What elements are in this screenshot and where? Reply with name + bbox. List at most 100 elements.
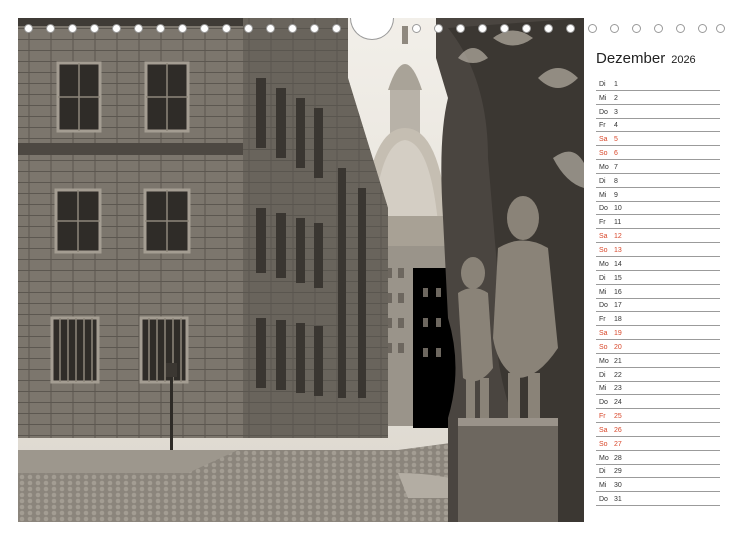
day-number: 12 <box>614 233 622 241</box>
day-row: Fr 18 <box>596 312 720 327</box>
day-number: 11 <box>614 219 622 227</box>
binding-hole <box>676 24 685 33</box>
weekday-label: Mo <box>599 260 609 268</box>
binding-hole <box>90 24 99 33</box>
photo <box>18 18 584 522</box>
day-number: 2 <box>614 94 618 102</box>
day-row: Di 15 <box>596 271 720 285</box>
day-row: Mi 23 <box>596 382 720 396</box>
binding-hole <box>244 24 253 33</box>
binding-hole <box>134 24 143 33</box>
street <box>18 438 488 522</box>
weekday-label: Di <box>599 274 606 282</box>
day-row: Sa 12 <box>596 229 720 244</box>
weekday-label: So <box>599 440 608 448</box>
day-row: So 20 <box>596 340 720 354</box>
calendar-panel: Dezember 2026 Di 1 Mi 2 Do 3 Fr 4 Sa 5 So 6 Mo 7 Di 8 Mi… <box>596 50 720 507</box>
day-row: Sa 19 <box>596 326 720 341</box>
binding-hole <box>288 24 297 33</box>
binding-hole <box>654 24 663 33</box>
day-row: Mo 28 <box>596 451 720 465</box>
weekday-label: Di <box>599 468 606 476</box>
day-number: 19 <box>614 330 622 338</box>
day-row: Fr 4 <box>596 119 720 133</box>
weekday-label: Sa <box>599 426 608 434</box>
day-number: 28 <box>614 454 622 462</box>
day-row: So 27 <box>596 437 720 451</box>
sculpted-portal <box>436 18 584 522</box>
weekday-label: Di <box>599 371 606 379</box>
day-number: 20 <box>614 343 622 351</box>
weekday-label: Fr <box>599 316 606 324</box>
binding-hole <box>544 24 553 33</box>
day-row: Di 8 <box>596 174 720 188</box>
binding-hole <box>332 24 341 33</box>
weekday-label: Mi <box>599 94 607 102</box>
day-number: 24 <box>614 399 622 407</box>
weekday-label: Mo <box>599 163 609 171</box>
binding-hole <box>698 24 707 33</box>
day-number: 23 <box>614 385 622 393</box>
day-row: Do 10 <box>596 202 720 216</box>
binding-hole <box>566 24 575 33</box>
day-row: Sa 5 <box>596 132 720 147</box>
day-number: 30 <box>614 482 622 490</box>
day-row: Di 29 <box>596 465 720 479</box>
binding-hole <box>200 24 209 33</box>
day-number: 3 <box>614 108 618 116</box>
day-row: Fr 25 <box>596 409 720 424</box>
weekday-label: Mo <box>599 357 609 365</box>
day-number: 10 <box>614 205 622 213</box>
month-title: Dezember <box>596 50 666 67</box>
day-row: Mi 16 <box>596 285 720 299</box>
binding-hole <box>266 24 275 33</box>
binding-hole <box>24 24 33 33</box>
weekday-label: So <box>599 343 608 351</box>
binding-hole <box>178 24 187 33</box>
day-row: Do 31 <box>596 492 720 507</box>
binding-hole <box>46 24 55 33</box>
weekday-label: So <box>599 150 608 158</box>
day-row: Mi 2 <box>596 91 720 105</box>
day-row: Do 24 <box>596 395 720 410</box>
day-row: Di 22 <box>596 368 720 382</box>
year-label: 2026 <box>671 54 696 66</box>
weekday-label: Fr <box>599 219 606 227</box>
binding-hole <box>500 24 509 33</box>
left-building <box>18 18 388 438</box>
day-number: 31 <box>614 496 622 504</box>
day-list: Di 1 Mi 2 Do 3 Fr 4 Sa 5 So 6 Mo 7 Di 8 Mi 9 Do 10 Fr 11 Sa 12 S… <box>596 77 720 507</box>
day-row: So 6 <box>596 146 720 161</box>
binding-hole <box>478 24 487 33</box>
binding-hole <box>456 24 465 33</box>
weekday-label: Mi <box>599 385 607 393</box>
weekday-label: Mi <box>599 288 607 296</box>
binding-hole <box>156 24 165 33</box>
day-row: Mo 7 <box>596 160 720 174</box>
day-number: 4 <box>614 122 618 130</box>
weekday-label: Sa <box>599 233 608 241</box>
day-row: Mo 21 <box>596 354 720 368</box>
day-row: Sa 26 <box>596 423 720 437</box>
binding-hole <box>412 24 421 33</box>
weekday-label: Mo <box>599 454 609 462</box>
weekday-label: Di <box>599 80 606 88</box>
day-number: 26 <box>614 426 622 434</box>
binding-hole <box>522 24 531 33</box>
day-number: 13 <box>614 246 622 254</box>
binding-hole <box>716 24 725 33</box>
day-number: 21 <box>614 357 622 365</box>
day-number: 16 <box>614 288 622 296</box>
weekday-label: Do <box>599 108 608 116</box>
day-row: So 13 <box>596 243 720 257</box>
weekday-label: Sa <box>599 136 608 144</box>
day-number: 5 <box>614 136 618 144</box>
day-row: Mi 9 <box>596 188 720 202</box>
day-number: 17 <box>614 302 622 310</box>
binding-hole <box>310 24 319 33</box>
day-number: 9 <box>614 191 618 199</box>
weekday-label: Do <box>599 399 608 407</box>
weekday-label: Do <box>599 302 608 310</box>
binding-hole <box>112 24 121 33</box>
day-row: Mi 30 <box>596 478 720 493</box>
